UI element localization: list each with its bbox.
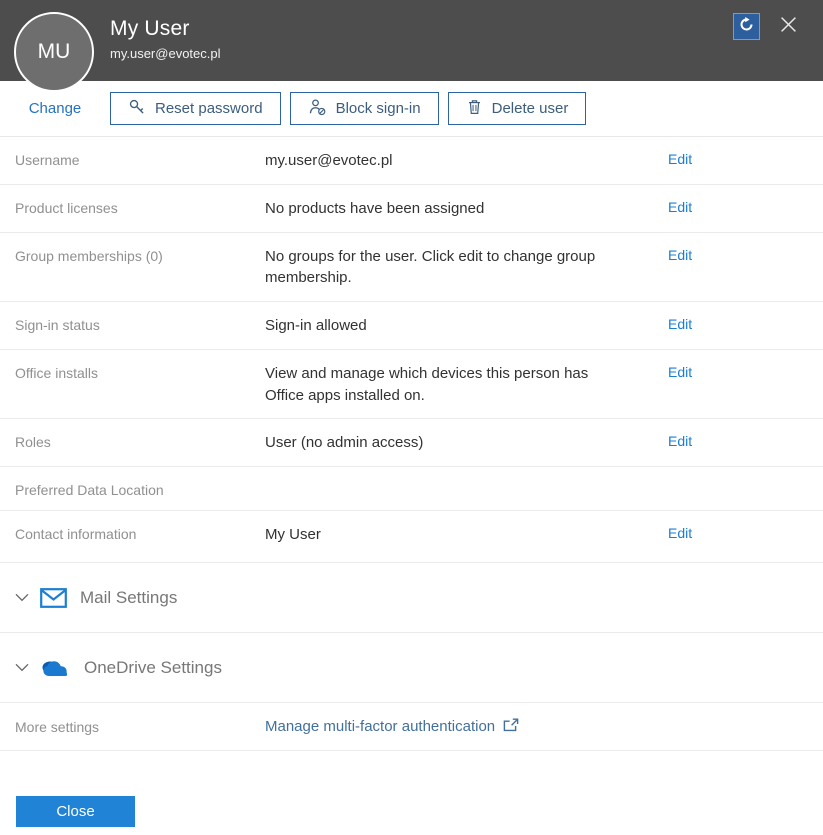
block-signin-label: Block sign-in <box>336 100 421 117</box>
change-photo-link[interactable]: Change <box>0 100 110 117</box>
close-panel-button[interactable]: Close <box>16 796 135 827</box>
user-panel-header: MU My User my.user@evotec.pl <box>0 0 823 81</box>
edit-signin-status-link[interactable]: Edit <box>668 316 692 332</box>
key-icon <box>128 98 146 120</box>
row-label: Sign-in status <box>15 315 265 333</box>
external-link-icon <box>503 718 519 736</box>
edit-contact-information-link[interactable]: Edit <box>668 525 692 541</box>
row-value: my.user@evotec.pl <box>265 150 605 172</box>
row-label: Group memberships (0) <box>15 246 265 264</box>
header-text: My User my.user@evotec.pl <box>110 17 221 61</box>
row-label: Preferred Data Location <box>15 480 265 498</box>
detail-row-signin-status: Sign-in status Sign-in allowed Edit <box>0 302 823 350</box>
row-value: No products have been assigned <box>265 198 605 220</box>
edit-username-link[interactable]: Edit <box>668 151 692 167</box>
chevron-down-icon <box>15 663 29 672</box>
refresh-button[interactable] <box>733 13 760 40</box>
delete-user-button[interactable]: Delete user <box>448 92 587 125</box>
header-actions <box>733 13 799 40</box>
edit-group-memberships-link[interactable]: Edit <box>668 247 692 263</box>
trash-icon <box>466 98 483 120</box>
row-label: Product licenses <box>15 198 265 216</box>
block-signin-button[interactable]: Block sign-in <box>290 92 439 125</box>
detail-row-preferred-data-location: Preferred Data Location <box>0 467 823 511</box>
mail-icon <box>40 588 67 608</box>
reset-password-label: Reset password <box>155 100 263 117</box>
edit-roles-link[interactable]: Edit <box>668 433 692 449</box>
detail-row-office-installs: Office installs View and manage which de… <box>0 350 823 420</box>
onedrive-icon <box>40 658 71 678</box>
reset-password-button[interactable]: Reset password <box>110 92 281 125</box>
section-label: Mail Settings <box>80 588 177 608</box>
more-settings-label: More settings <box>15 719 265 735</box>
person-blocked-icon <box>308 98 327 120</box>
detail-row-username: Username my.user@evotec.pl Edit <box>0 137 823 185</box>
section-onedrive-settings[interactable]: OneDrive Settings <box>0 633 823 703</box>
more-settings-row: More settings Manage multi-factor authen… <box>0 703 823 751</box>
delete-user-label: Delete user <box>492 100 569 117</box>
manage-mfa-label: Manage multi-factor authentication <box>265 718 495 735</box>
section-label: OneDrive Settings <box>84 658 222 678</box>
edit-office-installs-link[interactable]: Edit <box>668 364 692 380</box>
row-label: Contact information <box>15 524 265 542</box>
row-label: Username <box>15 150 265 168</box>
detail-row-contact-information: Contact information My User Edit <box>0 511 823 563</box>
avatar: MU <box>14 12 94 92</box>
row-value: Sign-in allowed <box>265 315 605 337</box>
manage-mfa-link[interactable]: Manage multi-factor authentication <box>265 718 519 736</box>
chevron-down-icon <box>15 593 29 602</box>
row-label: Roles <box>15 432 265 450</box>
detail-row-group-memberships: Group memberships (0) No groups for the … <box>0 233 823 303</box>
detail-row-roles: Roles User (no admin access) Edit <box>0 419 823 467</box>
row-value: My User <box>265 524 605 546</box>
section-mail-settings[interactable]: Mail Settings <box>0 563 823 633</box>
avatar-initials: MU <box>38 40 71 64</box>
user-email: my.user@evotec.pl <box>110 46 221 61</box>
edit-product-licenses-link[interactable]: Edit <box>668 199 692 215</box>
row-value: User (no admin access) <box>265 432 605 454</box>
page-title: My User <box>110 17 221 41</box>
detail-row-product-licenses: Product licenses No products have been a… <box>0 185 823 233</box>
action-toolbar: Change Reset password Block sign-in <box>0 81 823 137</box>
close-icon <box>780 16 797 38</box>
row-value: View and manage which devices this perso… <box>265 363 605 407</box>
close-button[interactable] <box>777 16 799 38</box>
row-value: No groups for the user. Click edit to ch… <box>265 246 605 290</box>
row-label: Office installs <box>15 363 265 381</box>
refresh-icon <box>739 17 754 37</box>
